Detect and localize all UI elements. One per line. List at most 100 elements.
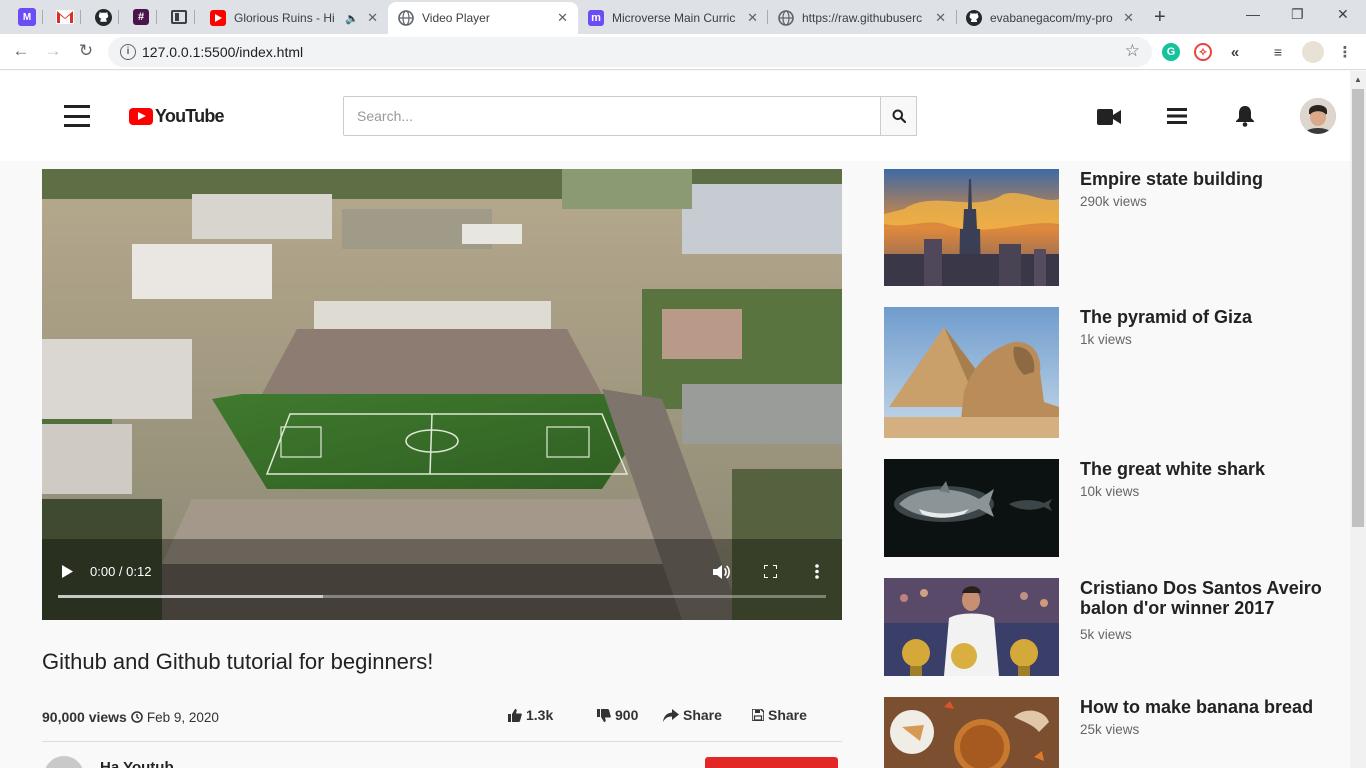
tab-video-player[interactable]: Video Player ✕ (388, 2, 578, 34)
related-views: 290k views (1080, 194, 1147, 209)
tab-title: Microverse Main Curric (612, 11, 736, 25)
more-options-button[interactable] (815, 564, 819, 584)
pinned-tab-gmail[interactable] (50, 4, 80, 30)
related-thumbnail-banana-bread[interactable] (884, 697, 1059, 768)
minimize-icon[interactable]: — (1246, 6, 1260, 22)
related-views: 5k views (1080, 627, 1132, 642)
related-views: 10k views (1080, 484, 1140, 499)
thumbs-down-icon (597, 708, 611, 722)
youtube-icon (210, 10, 226, 26)
user-avatar[interactable] (1300, 98, 1336, 134)
related-video-item[interactable]: The great white shark 10k views (884, 459, 1324, 557)
share-button[interactable]: Share (663, 707, 722, 723)
globe-icon (398, 10, 414, 26)
close-tab-icon[interactable]: ✕ (935, 10, 946, 26)
apps-list-icon[interactable] (1167, 107, 1187, 125)
like-button[interactable]: 1.3k (508, 707, 553, 723)
related-views: 25k views (1080, 722, 1140, 737)
browser-toolbar: ← → ↻ i 127.0.0.1:5500/index.html ☆ G ⟡ … (0, 34, 1366, 70)
pinned-tab-github[interactable] (88, 4, 118, 30)
related-title[interactable]: The pyramid of Giza (1080, 307, 1330, 327)
channel-avatar[interactable] (44, 756, 84, 768)
related-video-item[interactable]: Empire state building 290k views (884, 169, 1324, 287)
window-icon (171, 10, 187, 24)
channel-name[interactable]: Ha Youtub (100, 759, 174, 768)
profile-avatar[interactable] (1302, 41, 1324, 63)
info-icon[interactable]: i (120, 44, 136, 60)
buffered-bar (58, 595, 323, 598)
save-button[interactable]: Share (752, 707, 807, 723)
mute-button[interactable] (713, 564, 731, 585)
related-title[interactable]: How to make banana bread (1080, 697, 1330, 717)
related-video-item[interactable]: Cristiano Dos Santos Aveiro balon d'or w… (884, 578, 1324, 676)
tab-github-repo[interactable]: evabanegacom/my-pro ✕ (956, 2, 1144, 34)
related-thumbnail-ronaldo[interactable] (884, 578, 1059, 676)
thumbs-up-icon (508, 708, 522, 722)
restore-icon[interactable]: ❐ (1291, 6, 1304, 23)
dislike-count: 900 (615, 707, 639, 723)
slack-icon: # (133, 9, 149, 25)
like-count: 1.3k (526, 707, 554, 723)
tab-microverse[interactable]: m Microverse Main Curric ✕ (578, 2, 768, 34)
related-video-item[interactable]: The pyramid of Giza 1k views (884, 307, 1324, 438)
video-meta: 90,000 views Feb 9, 2020 (42, 709, 219, 725)
scroll-up-arrow-icon[interactable]: ▲ (1354, 75, 1362, 84)
menu-icon[interactable] (64, 105, 90, 127)
search-button[interactable] (880, 96, 917, 136)
pinned-tab-slack[interactable]: # (126, 4, 156, 30)
video-progress-bar[interactable] (58, 595, 826, 598)
extension-arrow-icon[interactable]: « (1226, 43, 1244, 61)
media-queue-icon[interactable]: ≡ (1269, 43, 1287, 61)
related-video-item[interactable]: How to make banana bread 25k views (884, 697, 1324, 768)
grammarly-icon[interactable]: G (1162, 43, 1180, 61)
forward-icon[interactable]: → (42, 41, 64, 61)
close-tab-icon[interactable]: ✕ (1123, 10, 1134, 26)
save-label: Share (768, 707, 807, 723)
new-tab-button[interactable]: + (1154, 6, 1166, 29)
related-thumbnail-shark[interactable] (884, 459, 1059, 557)
scrollbar-thumb[interactable] (1352, 89, 1364, 527)
address-bar[interactable]: i 127.0.0.1:5500/index.html ☆ (108, 37, 1152, 67)
pinned-tab-1[interactable]: M (12, 4, 42, 30)
logo-text: YouTube (155, 106, 225, 126)
play-button[interactable] (62, 565, 73, 583)
site-header: YouTube (0, 71, 1350, 161)
search-input[interactable] (344, 97, 880, 135)
video-camera-icon[interactable] (1097, 109, 1121, 125)
fullscreen-button[interactable] (763, 564, 778, 583)
tab-raw-github[interactable]: https://raw.githubuserc ✕ (768, 2, 956, 34)
search-icon (892, 109, 906, 123)
youtube-logo[interactable]: YouTube (129, 106, 225, 127)
url-text[interactable]: 127.0.0.1:5500/index.html (142, 44, 303, 60)
video-player[interactable]: 0:00 / 0:12 (42, 169, 842, 620)
reload-icon[interactable]: ↻ (75, 41, 97, 61)
related-thumbnail-empire-state[interactable] (884, 169, 1059, 286)
microverse-icon: M (18, 8, 36, 26)
github-icon (94, 8, 112, 26)
bell-icon[interactable] (1235, 105, 1255, 127)
close-tab-icon[interactable]: ✕ (557, 10, 568, 26)
share-label: Share (683, 707, 722, 723)
extension-red-icon[interactable]: ⟡ (1194, 43, 1212, 61)
related-title[interactable]: The great white shark (1080, 459, 1330, 479)
tab-glorious-ruins[interactable]: Glorious Ruins - Hi 🔈 ✕ (200, 2, 388, 34)
back-icon[interactable]: ← (10, 41, 32, 61)
dislike-button[interactable]: 900 (597, 707, 638, 723)
save-icon (752, 709, 764, 721)
close-window-icon[interactable]: ✕ (1337, 6, 1349, 23)
subscribe-button[interactable] (705, 757, 838, 768)
gmail-icon (56, 10, 74, 24)
page-scrollbar[interactable]: ▲ (1350, 71, 1366, 768)
menu-dots-icon[interactable]: ⋮ (1336, 43, 1354, 61)
related-title[interactable]: Empire state building (1080, 169, 1330, 189)
close-tab-icon[interactable]: ✕ (367, 10, 378, 26)
speaker-icon[interactable]: 🔈 (345, 12, 359, 25)
related-thumbnail-pyramid[interactable] (884, 307, 1059, 438)
divider (42, 741, 842, 742)
close-tab-icon[interactable]: ✕ (747, 10, 758, 26)
related-title[interactable]: Cristiano Dos Santos Aveiro balon d'or w… (1080, 578, 1330, 618)
pinned-tab-trello[interactable] (164, 4, 194, 30)
bookmark-star-icon[interactable]: ☆ (1125, 41, 1140, 61)
youtube-play-icon (129, 108, 153, 125)
tab-title: Video Player (422, 11, 490, 25)
